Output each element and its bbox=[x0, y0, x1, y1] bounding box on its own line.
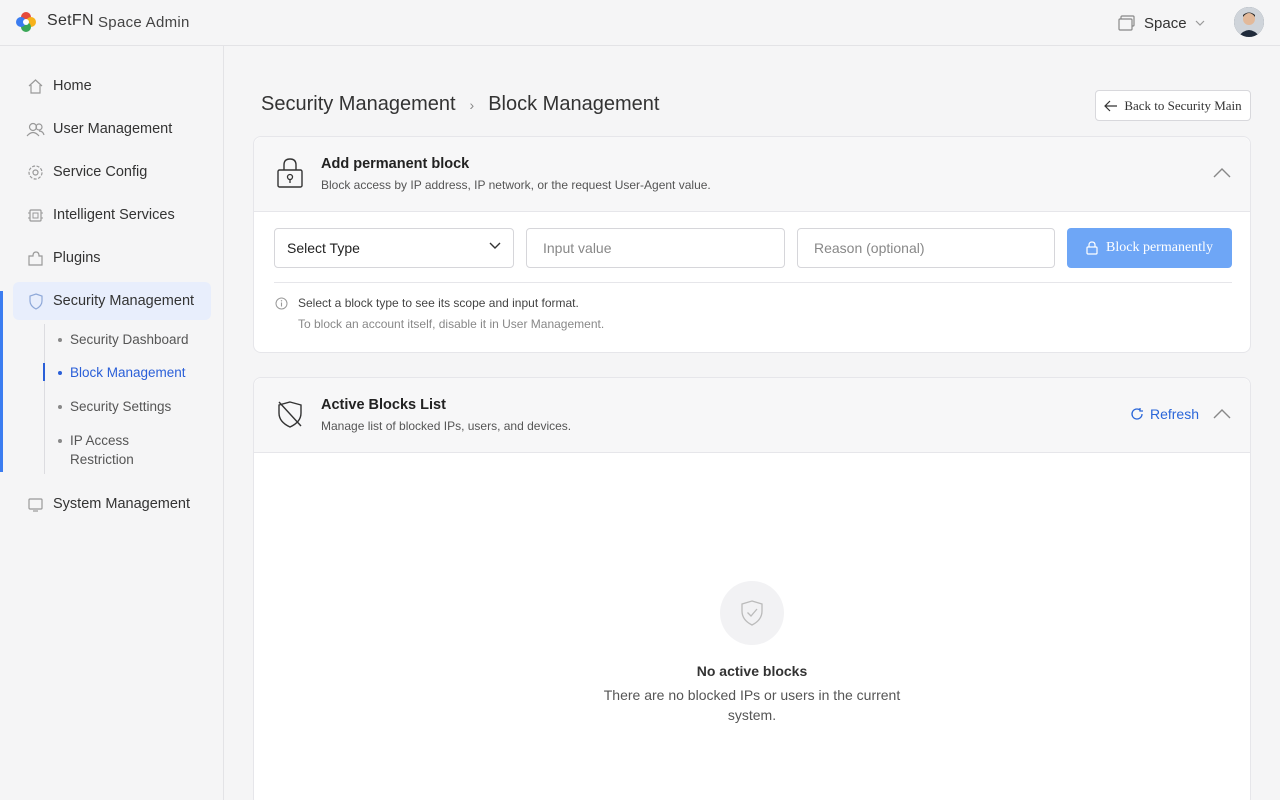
hint-subtext: To block an account itself, disable it i… bbox=[298, 317, 605, 331]
block-button-label: Block permanently bbox=[1106, 240, 1213, 255]
block-permanently-button[interactable]: Block permanently bbox=[1067, 228, 1232, 268]
puzzle-icon bbox=[26, 249, 45, 268]
top-bar: SetFN Space Admin Space bbox=[0, 0, 1280, 46]
empty-state-description: There are no blocked IPs or users in the… bbox=[603, 687, 901, 723]
space-label: Space bbox=[1144, 14, 1187, 32]
chevron-up-icon[interactable] bbox=[1212, 406, 1232, 422]
card-description: Manage list of blocked IPs, users, and d… bbox=[321, 419, 572, 433]
arrow-left-icon bbox=[1104, 100, 1118, 111]
sidebar-subitem-ip-access-restriction[interactable]: IP Access Restriction bbox=[58, 431, 158, 469]
sidebar-subitem-label: Security Settings bbox=[70, 399, 172, 414]
card-description: Block access by IP address, IP network, … bbox=[321, 178, 711, 192]
sidebar-item-label: System Management bbox=[53, 496, 191, 512]
page-title: Block Management bbox=[488, 93, 660, 115]
sidebar-item-security-management[interactable]: Security Management bbox=[13, 282, 211, 320]
sidebar-item-label: Intelligent Services bbox=[53, 207, 175, 223]
sidebar-item-plugins[interactable]: Plugins bbox=[13, 239, 211, 277]
bullet bbox=[58, 371, 62, 375]
sidebar-item-label: Security Management bbox=[53, 293, 195, 309]
card-title: Add permanent block bbox=[321, 156, 470, 172]
shield-off-icon bbox=[278, 401, 302, 428]
window-icon bbox=[1118, 15, 1135, 31]
chevron-right-icon: › bbox=[469, 96, 475, 113]
empty-state-badge bbox=[720, 581, 784, 645]
submenu-guide-line bbox=[44, 324, 45, 474]
chevron-down-icon bbox=[489, 242, 501, 249]
select-value: Select Type bbox=[287, 240, 360, 256]
sidebar: Home User Management Service Config Inte… bbox=[0, 46, 224, 800]
card-title: Active Blocks List bbox=[321, 397, 446, 413]
sidebar-subitem-label: IP Access Restriction bbox=[70, 433, 134, 467]
info-icon bbox=[275, 297, 288, 310]
block-reason-input[interactable] bbox=[797, 228, 1055, 268]
space-switcher[interactable]: Space bbox=[1118, 12, 1205, 34]
refresh-icon bbox=[1131, 408, 1143, 420]
sidebar-subitem-label: Block Management bbox=[70, 365, 186, 380]
card-header: Active Blocks List Manage list of blocke… bbox=[254, 378, 1250, 453]
hint-text: Select a block type to see its scope and… bbox=[298, 296, 579, 310]
brand-subtitle: Space Admin bbox=[98, 14, 190, 31]
users-icon bbox=[26, 120, 45, 139]
empty-state-title: No active blocks bbox=[696, 663, 808, 679]
add-block-card: Add permanent block Block access by IP a… bbox=[253, 136, 1251, 353]
app-logo[interactable] bbox=[15, 11, 37, 33]
sidebar-item-intelligent-services[interactable]: Intelligent Services bbox=[13, 196, 211, 234]
chip-icon bbox=[26, 206, 45, 225]
refresh-label: Refresh bbox=[1149, 406, 1199, 422]
bullet bbox=[58, 405, 62, 409]
home-icon bbox=[26, 77, 45, 96]
gear-icon bbox=[26, 163, 45, 182]
brand-name: SetFN bbox=[47, 12, 94, 29]
chevron-down-icon bbox=[1195, 20, 1204, 26]
sidebar-item-service-config[interactable]: Service Config bbox=[13, 153, 211, 191]
sidebar-item-system-management[interactable]: System Management bbox=[13, 485, 211, 523]
divider bbox=[274, 282, 1232, 283]
sidebar-item-label: Home bbox=[53, 78, 92, 94]
active-blocks-card: Active Blocks List Manage list of blocke… bbox=[253, 377, 1251, 800]
card-header: Add permanent block Block access by IP a… bbox=[254, 137, 1250, 212]
sidebar-item-user-management[interactable]: User Management bbox=[13, 110, 211, 148]
back-to-security-main-button[interactable]: Back to Security Main bbox=[1095, 90, 1251, 121]
bullet bbox=[58, 439, 62, 443]
lock-icon bbox=[1086, 241, 1098, 255]
breadcrumb: Security Management › Block Management bbox=[261, 93, 659, 116]
sidebar-item-label: Plugins bbox=[53, 250, 101, 266]
sidebar-subitem-security-dashboard[interactable]: Security Dashboard bbox=[58, 330, 189, 349]
lock-icon bbox=[277, 158, 303, 188]
breadcrumb-parent[interactable]: Security Management bbox=[261, 93, 456, 116]
sidebar-subitem-label: Security Dashboard bbox=[70, 332, 189, 347]
block-value-input[interactable] bbox=[526, 228, 785, 268]
chevron-up-icon[interactable] bbox=[1212, 165, 1232, 181]
sidebar-item-label: User Management bbox=[53, 121, 173, 137]
bullet bbox=[58, 338, 62, 342]
submenu-active-indicator bbox=[43, 363, 45, 381]
sidebar-item-label: Service Config bbox=[53, 164, 148, 180]
block-type-select[interactable]: Select Type bbox=[274, 228, 514, 268]
shield-check-icon bbox=[741, 600, 763, 626]
user-avatar[interactable] bbox=[1234, 7, 1264, 37]
active-section-indicator bbox=[0, 291, 3, 472]
shield-icon bbox=[26, 292, 45, 311]
back-button-label: Back to Security Main bbox=[1124, 97, 1242, 113]
monitor-icon bbox=[26, 495, 45, 514]
sidebar-subitem-security-settings[interactable]: Security Settings bbox=[58, 397, 171, 416]
refresh-button[interactable]: Refresh bbox=[1130, 406, 1199, 422]
sidebar-subitem-block-management[interactable]: Block Management bbox=[58, 363, 186, 382]
sidebar-item-home[interactable]: Home bbox=[13, 67, 211, 105]
